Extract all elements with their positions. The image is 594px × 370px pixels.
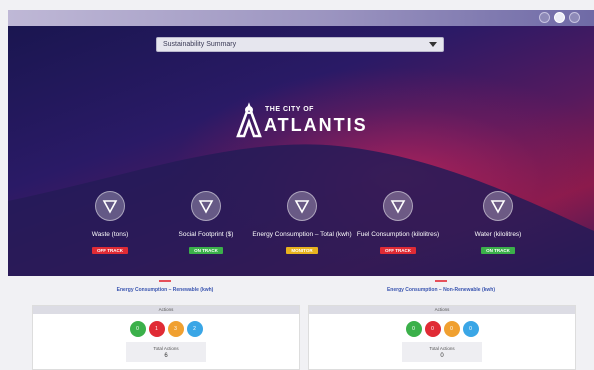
section-title-text: Energy Consumption – Renewable (kwh) xyxy=(116,286,214,293)
metric-label: Waste (tons) xyxy=(91,231,129,238)
action-counts: 0 0 0 0 xyxy=(309,321,575,337)
section-title-text: Energy Consumption – Non-Renewable (kwh) xyxy=(386,286,496,293)
total-value: 6 xyxy=(164,353,168,359)
metric-icon xyxy=(287,191,317,221)
dropdown-value: Sustainability Summary xyxy=(163,41,237,48)
count-green[interactable]: 0 xyxy=(129,321,146,337)
status-badge: ON TRACK xyxy=(481,247,515,254)
metric-waste[interactable]: Waste (tons) OFF TRACK xyxy=(60,191,160,257)
actions-panel-renewable: Actions 0 1 3 2 Total Actions 6 xyxy=(32,305,300,370)
panel-header: Actions xyxy=(309,306,575,314)
metric-label: Social Footprint ($) xyxy=(178,231,234,238)
title-accent xyxy=(435,280,447,282)
metric-energy-total[interactable]: Energy Consumption – Total (kwh) MONITOR xyxy=(252,191,352,257)
metric-social[interactable]: Social Footprint ($) ON TRACK xyxy=(156,191,256,257)
total-value: 0 xyxy=(440,353,444,359)
total-actions-box: Total Actions 6 xyxy=(126,342,206,362)
atlantis-logo-icon xyxy=(236,102,262,138)
metric-label: Water (kilolitres) xyxy=(474,231,522,238)
report-dropdown[interactable]: Sustainability Summary xyxy=(156,37,444,52)
metric-water[interactable]: Water (kilolitres) ON TRACK xyxy=(448,191,548,257)
metric-icon xyxy=(383,191,413,221)
count-red[interactable]: 1 xyxy=(148,321,165,337)
count-orange[interactable]: 3 xyxy=(167,321,184,337)
count-red[interactable]: 0 xyxy=(424,321,441,337)
toolbar-icons xyxy=(539,12,580,23)
count-green[interactable]: 0 xyxy=(405,321,422,337)
next-icon[interactable] xyxy=(569,12,580,23)
status-badge: OFF TRACK xyxy=(92,247,128,254)
metric-fuel[interactable]: Fuel Consumption (kilolitres) OFF TRACK xyxy=(348,191,448,257)
user-icon[interactable] xyxy=(554,12,565,23)
actions-panel-nonrenewable: Actions 0 0 0 0 Total Actions 0 xyxy=(308,305,576,370)
total-actions-box: Total Actions 0 xyxy=(402,342,482,362)
status-badge: MONITOR xyxy=(286,247,318,254)
count-blue[interactable]: 0 xyxy=(462,321,479,337)
total-label: Total Actions xyxy=(153,346,179,351)
total-label: Total Actions xyxy=(429,346,455,351)
logo-line2: ATLANTIS xyxy=(264,115,368,135)
status-badge: ON TRACK xyxy=(189,247,223,254)
metric-label: Fuel Consumption (kilolitres) xyxy=(356,231,440,238)
top-toolbar xyxy=(8,10,594,26)
metric-icon xyxy=(95,191,125,221)
city-logo: THE CITY OF ATLANTIS xyxy=(234,102,374,142)
chevron-down-icon xyxy=(429,42,437,47)
hero-banner: Sustainability Summary THE CITY OF ATLAN… xyxy=(8,26,594,276)
section-title-renewable: Energy Consumption – Renewable (kwh) xyxy=(30,280,300,293)
panel-header: Actions xyxy=(33,306,299,314)
count-blue[interactable]: 2 xyxy=(186,321,203,337)
prev-icon[interactable] xyxy=(539,12,550,23)
metric-label: Energy Consumption – Total (kwh) xyxy=(252,231,352,238)
metric-icon xyxy=(483,191,513,221)
metric-icon xyxy=(191,191,221,221)
title-accent xyxy=(159,280,171,282)
status-badge: OFF TRACK xyxy=(380,247,416,254)
count-orange[interactable]: 0 xyxy=(443,321,460,337)
action-counts: 0 1 3 2 xyxy=(33,321,299,337)
section-title-nonrenewable: Energy Consumption – Non-Renewable (kwh) xyxy=(306,280,576,293)
logo-line1: THE CITY OF xyxy=(265,106,314,113)
